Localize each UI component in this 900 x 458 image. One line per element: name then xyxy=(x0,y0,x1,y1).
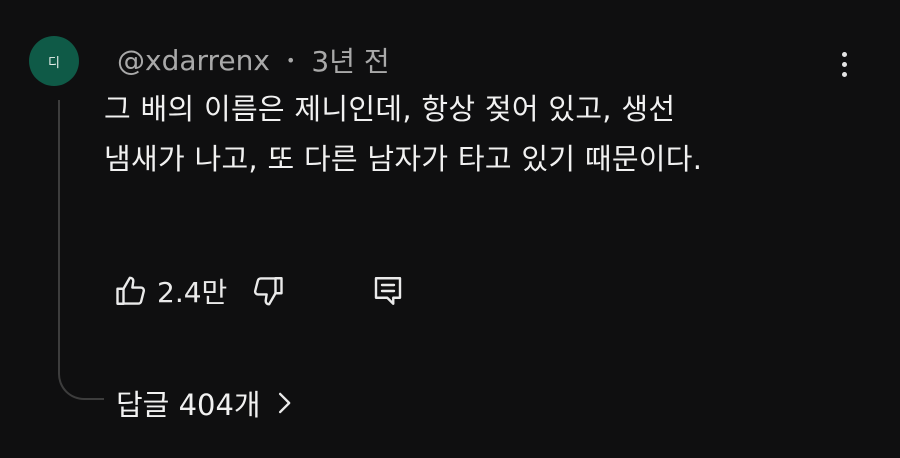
comment-reply-icon xyxy=(374,277,402,305)
more-vertical-icon-dot xyxy=(841,71,847,77)
dislike-group xyxy=(250,268,286,314)
more-actions-button[interactable] xyxy=(830,46,858,82)
thread-connector-line xyxy=(58,100,104,400)
dislike-button[interactable] xyxy=(250,273,286,309)
thumbs-up-icon xyxy=(116,276,146,305)
more-vertical-icon-dot xyxy=(841,61,847,67)
author-name[interactable]: @xdarrenx xyxy=(117,44,270,77)
thumbs-down-icon xyxy=(253,277,283,306)
reply-button[interactable] xyxy=(370,273,406,309)
more-vertical-icon xyxy=(841,51,847,57)
comment-timestamp[interactable]: 3년 전 xyxy=(311,40,389,80)
avatar[interactable]: 디 xyxy=(29,36,79,86)
comment-body: 그 배의 이름은 제니인데, 항상 젖어 있고, 생선 냄새가 나고, 또 다른… xyxy=(104,84,754,184)
avatar-letter: 디 xyxy=(48,55,60,71)
chevron-right-icon xyxy=(275,390,293,416)
comment-header: @xdarrenx • 3년 전 xyxy=(117,40,390,80)
comment-text-line: 그 배의 이름은 제니인데, 항상 젖어 있고, 생선 xyxy=(104,92,676,126)
replies-count-label: 답글 404개 xyxy=(116,388,261,422)
view-replies-button[interactable]: 답글 404개 xyxy=(116,380,293,426)
comment-text-line: 냄새가 나고, 또 다른 남자가 타고 있기 때문이다. xyxy=(104,142,703,176)
reply-group xyxy=(370,268,406,314)
like-group: 2.4만 xyxy=(113,268,227,314)
like-button[interactable] xyxy=(113,273,149,309)
like-count: 2.4만 xyxy=(157,276,228,309)
meta-separator: • xyxy=(285,50,296,70)
